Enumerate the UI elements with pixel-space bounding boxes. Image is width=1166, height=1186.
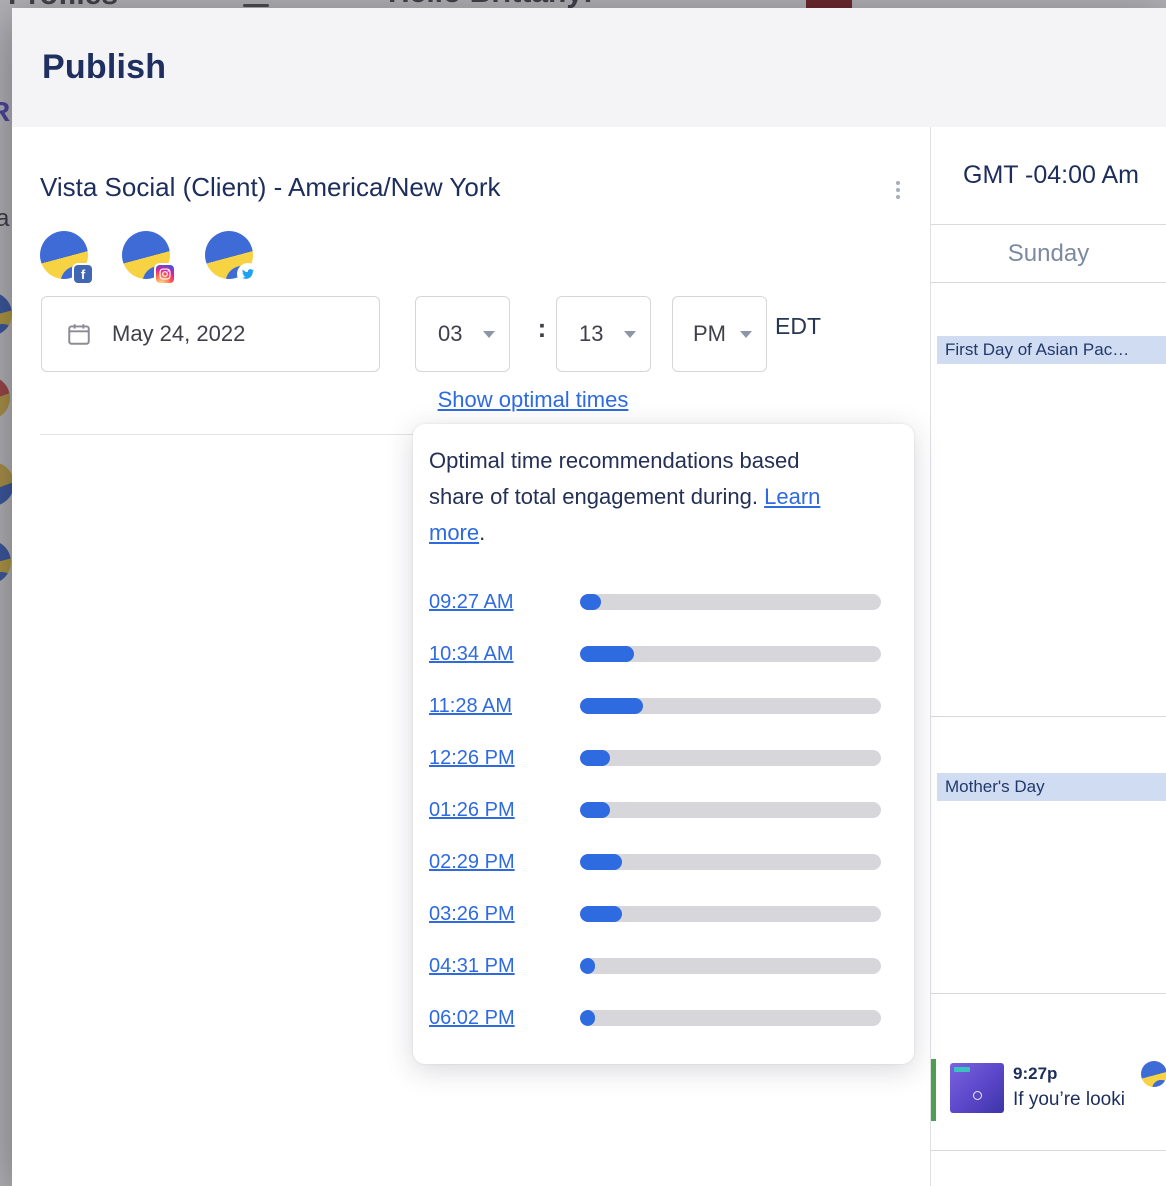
calendar-icon [66, 321, 92, 347]
chevron-down-icon [740, 331, 752, 338]
date-picker-input[interactable]: May 24, 2022 [41, 296, 380, 372]
instagram-icon [156, 265, 174, 283]
optimal-time-link[interactable]: 04:31 PM [429, 955, 580, 978]
calendar-row-divider [931, 716, 1166, 717]
optimal-times-list: 09:27 AM 10:34 AM 11:28 AM 12:26 PM [429, 576, 898, 1044]
meridiem-select[interactable]: PM [672, 296, 767, 372]
engagement-bar-track [580, 1010, 881, 1026]
calendar-event[interactable]: First Day of Asian Pac… [937, 336, 1166, 364]
engagement-bar-fill [580, 1010, 595, 1026]
optimal-time-link[interactable]: 12:26 PM [429, 747, 580, 770]
chevron-down-icon [483, 331, 495, 338]
engagement-bar-track [580, 958, 881, 974]
optimal-time-row: 02:29 PM [429, 836, 898, 888]
meridiem-value: PM [693, 321, 726, 347]
engagement-bar-fill [580, 958, 595, 974]
optimal-time-row: 06:02 PM [429, 992, 898, 1044]
facebook-profile-avatar[interactable]: f [40, 231, 88, 279]
date-value: May 24, 2022 [112, 321, 245, 347]
modal-body: Vista Social (Client) - America/New York… [12, 127, 1166, 1186]
optimal-time-link[interactable]: 11:28 AM [429, 695, 580, 718]
engagement-bar-track [580, 646, 881, 662]
optimal-time-link[interactable]: 06:02 PM [429, 1007, 580, 1030]
optimal-time-link[interactable]: 01:26 PM [429, 799, 580, 822]
optimal-time-row: 01:26 PM [429, 784, 898, 836]
optimal-time-row: 04:31 PM [429, 940, 898, 992]
post-status-accent [931, 1059, 936, 1121]
engagement-bar-fill [580, 854, 622, 870]
engagement-bar-track [580, 802, 881, 818]
time-separator: : [528, 313, 556, 344]
engagement-bar-fill [580, 750, 610, 766]
minute-value: 13 [579, 321, 603, 347]
facebook-icon: f [74, 265, 92, 283]
profile-group-heading: Vista Social (Client) - America/New York [40, 172, 500, 203]
profile-group-name: Vista Social [40, 172, 175, 202]
calendar-day-header: Sunday [931, 225, 1166, 283]
scheduled-post-card[interactable]: 9:27p If you’re looki [931, 1059, 1166, 1121]
calendar-panel: GMT -04:00 Am Sunday First Day of Asian … [931, 127, 1166, 1186]
optimal-time-link[interactable]: 02:29 PM [429, 851, 580, 874]
post-time: 9:27p [1013, 1064, 1057, 1084]
optimal-time-row: 03:26 PM [429, 888, 898, 940]
engagement-bar-track [580, 906, 881, 922]
modal-header: Publish [12, 8, 1166, 127]
engagement-bar-fill [580, 802, 610, 818]
more-options-icon[interactable] [890, 175, 906, 205]
modal-title: Publish [42, 48, 166, 87]
hour-value: 03 [438, 321, 462, 347]
optimal-time-row: 10:34 AM [429, 628, 898, 680]
show-optimal-times-link[interactable]: Show optimal times [413, 387, 653, 413]
screen: Profiles Hello Brittany! R a Publish Vis… [0, 0, 1166, 1186]
description-text: Optimal time recommendations based share… [429, 448, 800, 509]
calendar-row-divider [931, 1150, 1166, 1151]
calendar-row-divider [931, 993, 1166, 994]
optimal-time-link[interactable]: 10:34 AM [429, 643, 580, 666]
instagram-profile-avatar[interactable] [122, 231, 170, 279]
optimal-time-row: 11:28 AM [429, 680, 898, 732]
post-caption: If you’re looki [1013, 1089, 1125, 1111]
optimal-time-link[interactable]: 09:27 AM [429, 591, 580, 614]
twitter-profile-avatar[interactable] [205, 231, 253, 279]
post-profile-avatar [1141, 1061, 1166, 1087]
chevron-down-icon [624, 331, 636, 338]
post-thumbnail [950, 1063, 1004, 1113]
engagement-bar-track [580, 854, 881, 870]
description-suffix: . [479, 520, 485, 545]
engagement-bar-fill [580, 646, 634, 662]
engagement-bar-fill [580, 906, 622, 922]
composer-panel: Vista Social (Client) - America/New York… [12, 127, 931, 1186]
profile-group-timezone: (Client) - America/New York [175, 172, 500, 202]
optimal-time-link[interactable]: 03:26 PM [429, 903, 580, 926]
calendar-timezone-header: GMT -04:00 Am [931, 127, 1166, 225]
post-meta-row: 9:27p [1013, 1061, 1166, 1087]
engagement-bar-fill [580, 594, 601, 610]
optimal-time-row: 09:27 AM [429, 576, 898, 628]
timezone-abbreviation: EDT [775, 313, 821, 340]
engagement-bar-fill [580, 698, 643, 714]
optimal-time-row: 12:26 PM [429, 732, 898, 784]
minute-select[interactable]: 13 [556, 296, 651, 372]
optimal-times-popover: Optimal time recommendations based share… [413, 424, 914, 1064]
engagement-bar-track [580, 594, 881, 610]
optimal-times-description: Optimal time recommendations based share… [429, 443, 859, 551]
calendar-event[interactable]: Mother's Day [937, 773, 1166, 801]
publish-modal: Publish Vista Social (Client) - America/… [12, 8, 1166, 1186]
twitter-icon [239, 265, 257, 283]
hour-select[interactable]: 03 [415, 296, 510, 372]
engagement-bar-track [580, 698, 881, 714]
engagement-bar-track [580, 750, 881, 766]
